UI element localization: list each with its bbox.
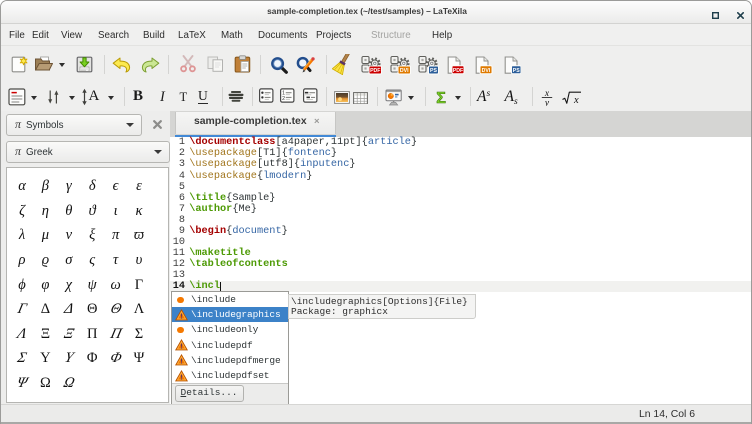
svg-text:2: 2 xyxy=(282,96,285,102)
svg-text:PDF: PDF xyxy=(370,68,380,74)
svg-text:Σ: Σ xyxy=(436,90,446,106)
svg-text:DVI: DVI xyxy=(482,67,491,73)
svg-text:PS: PS xyxy=(512,67,519,73)
svg-text:PS: PS xyxy=(430,68,437,74)
svg-text:PDF: PDF xyxy=(453,67,463,73)
svg-text:DVI: DVI xyxy=(399,68,408,74)
svg-text:x: x xyxy=(573,94,579,104)
svg-text:y: y xyxy=(544,98,550,105)
